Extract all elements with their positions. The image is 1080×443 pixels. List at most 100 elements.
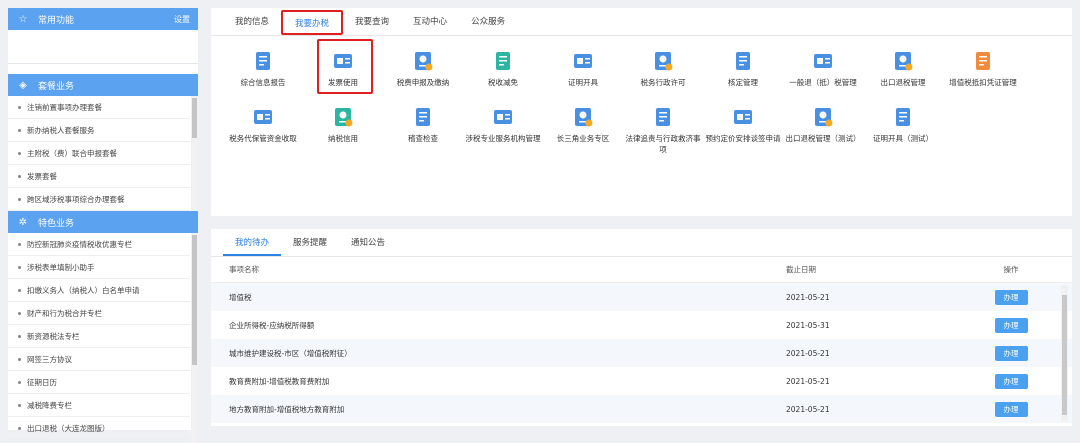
- service-verify[interactable]: 核定管理: [703, 50, 783, 88]
- pricing-icon: [732, 106, 754, 128]
- task-name: 企业所得税-应纳税所得额: [229, 320, 315, 330]
- sidebar-list-item[interactable]: 出口退税（大连龙图版）: [8, 417, 190, 440]
- sidebar-list-item[interactable]: 财产和行为税合并专栏: [8, 302, 190, 325]
- todo-tab-2[interactable]: 通知公告: [339, 229, 397, 256]
- package-scrollbar[interactable]: [191, 96, 198, 211]
- tab-4[interactable]: 公众服务: [459, 8, 517, 35]
- law-icon: [652, 106, 674, 128]
- certificate-icon: [572, 50, 594, 72]
- yangtze-icon: [572, 106, 594, 128]
- sidebar-list-item[interactable]: 减税降费专栏: [8, 394, 190, 417]
- vat-voucher-icon: [972, 50, 994, 72]
- service-export-test[interactable]: 出口退税管理（测试）: [783, 106, 863, 144]
- service-law[interactable]: 法律追责与行政救济事项: [623, 106, 703, 155]
- handle-button[interactable]: 办理: [994, 317, 1028, 333]
- sidebar-list-item[interactable]: 新办纳税人套餐服务: [8, 119, 190, 142]
- bullet-icon: [18, 403, 21, 407]
- star-icon: ☆: [18, 13, 28, 25]
- inspection-icon: [412, 106, 434, 128]
- sidebar-list-item[interactable]: 新资源税法专栏: [8, 325, 190, 348]
- todo-tabs: 我的待办 服务提醒 通知公告: [211, 229, 1072, 257]
- special-scrollbar[interactable]: [191, 233, 198, 443]
- service-credit[interactable]: 纳税信用: [303, 106, 383, 144]
- sidebar-list-item[interactable]: 跨区域涉税事项综合办理套餐: [8, 188, 190, 211]
- service-label: 核定管理: [728, 78, 758, 87]
- bullet-icon: [18, 128, 21, 132]
- common-functions-header[interactable]: ☆ 常用功能 设置: [8, 8, 198, 30]
- sidebar-list-item[interactable]: 发票套餐: [8, 165, 190, 188]
- special-business-header[interactable]: ✲ 特色业务: [8, 211, 198, 233]
- tab-3[interactable]: 互动中心: [401, 8, 459, 35]
- package-business-header[interactable]: ◈ 套餐业务: [8, 74, 198, 96]
- handle-button[interactable]: 办理: [994, 373, 1028, 389]
- service-agency[interactable]: 涉税专业服务机构管理: [463, 106, 543, 144]
- service-label: 税费申报及缴纳: [396, 78, 450, 87]
- bullet-icon: [18, 311, 21, 315]
- service-cert-test[interactable]: 证明开具（测试）: [863, 106, 943, 144]
- service-vat-voucher[interactable]: 增值税抵扣凭证管理: [943, 50, 1023, 88]
- sidebar-list-item[interactable]: 征期日历: [8, 371, 190, 394]
- todo-tab-0[interactable]: 我的待办: [223, 229, 282, 256]
- service-report[interactable]: 综合信息报告: [223, 50, 303, 88]
- sidebar-list-item[interactable]: 注销前置事项办理套餐: [8, 96, 190, 119]
- handle-button[interactable]: 办理: [994, 289, 1028, 305]
- bullet-icon: [18, 380, 21, 384]
- sidebar-list-item-label: 注销前置事项办理套餐: [27, 102, 102, 112]
- verify-icon: [732, 50, 754, 72]
- service-permit[interactable]: 税务行政许可: [623, 50, 703, 88]
- tab-0[interactable]: 我的信息: [223, 8, 281, 35]
- col-action-header: 操作: [1003, 265, 1019, 274]
- service-label: 出口退税管理: [880, 78, 926, 87]
- sidebar-list-item[interactable]: 主附税（费）联合申报套餐: [8, 142, 190, 165]
- service-label: 税务行政许可: [640, 78, 686, 87]
- bullet-icon: [18, 426, 21, 430]
- main-panel: 我的信息 我要办税 我要查询 互动中心 公众服务 综合信息报告 发票使用 税费申报及缴纳 税收…: [211, 8, 1072, 216]
- sidebar-list-item[interactable]: 防控新冠肺炎疫情税收优惠专栏: [8, 233, 190, 256]
- custody-icon: [252, 106, 274, 128]
- sidebar-list-item[interactable]: 扣缴义务人（纳税人）白名单申请: [8, 279, 190, 302]
- permit-icon: [652, 50, 674, 72]
- due-date: 2021-05-31: [786, 320, 830, 330]
- export-test-icon: [812, 106, 834, 128]
- service-label: 出口退税管理（测试）: [785, 134, 861, 143]
- service-yangtze[interactable]: 长三角业务专区: [543, 106, 623, 144]
- tax-declare-icon: [412, 50, 434, 72]
- service-label: 综合信息报告: [240, 78, 286, 87]
- handle-button[interactable]: 办理: [994, 345, 1028, 361]
- service-certificate[interactable]: 证明开具: [543, 50, 623, 88]
- service-label: 预约定价安排谈签申请: [705, 134, 781, 143]
- due-date: 2021-05-21: [786, 376, 830, 386]
- sidebar-list-item[interactable]: 网签三方协议: [8, 348, 190, 371]
- service-custody[interactable]: 税务代保管资金收取: [223, 106, 303, 144]
- tab-2[interactable]: 我要查询: [343, 8, 401, 35]
- service-tax-relief[interactable]: 税收减免: [463, 50, 543, 88]
- service-label: 一般退（抵）税管理: [789, 78, 857, 87]
- action-cell: 办理: [961, 289, 1061, 305]
- action-cell: 办理: [961, 373, 1061, 389]
- service-label: 增值税抵扣凭证管理: [949, 78, 1017, 87]
- common-functions-title: 常用功能: [38, 15, 75, 26]
- service-label: 纳税信用: [328, 134, 358, 143]
- service-tax-declare[interactable]: 税费申报及缴纳: [383, 50, 463, 88]
- action-cell: 办理: [961, 401, 1061, 417]
- sidebar-list-item[interactable]: 涉税表单填制小助手: [8, 256, 190, 279]
- settings-link[interactable]: 设置: [174, 14, 190, 25]
- service-export-refund[interactable]: 出口退税管理: [863, 50, 943, 88]
- tab-1[interactable]: 我要办税: [281, 10, 344, 35]
- common-functions-area: [8, 30, 198, 64]
- bullet-icon: [18, 174, 21, 178]
- handle-button[interactable]: 办理: [994, 401, 1028, 417]
- todo-tab-1[interactable]: 服务提醒: [281, 229, 339, 256]
- task-name: 教育费附加-增值税教育费附加: [229, 376, 330, 386]
- due-date: 2021-05-21: [786, 404, 830, 414]
- bullet-icon: [18, 197, 21, 201]
- service-refund[interactable]: 一般退（抵）税管理: [783, 50, 863, 88]
- sidebar: ☆ 常用功能 设置 ◈ 套餐业务 注销前置事项办理套餐新办纳税人套餐服务 主附税（…: [8, 8, 198, 443]
- service-pricing[interactable]: 预约定价安排谈签申请: [703, 106, 783, 144]
- service-inspection[interactable]: 稽查检查: [383, 106, 463, 144]
- sidebar-list-item-label: 网签三方协议: [27, 354, 72, 364]
- table-scrollbar[interactable]: [1061, 285, 1068, 422]
- col-date-header: 截止日期: [786, 265, 816, 274]
- due-date: 2021-05-21: [786, 292, 830, 302]
- sidebar-list-item-label: 涉税表单填制小助手: [27, 262, 95, 272]
